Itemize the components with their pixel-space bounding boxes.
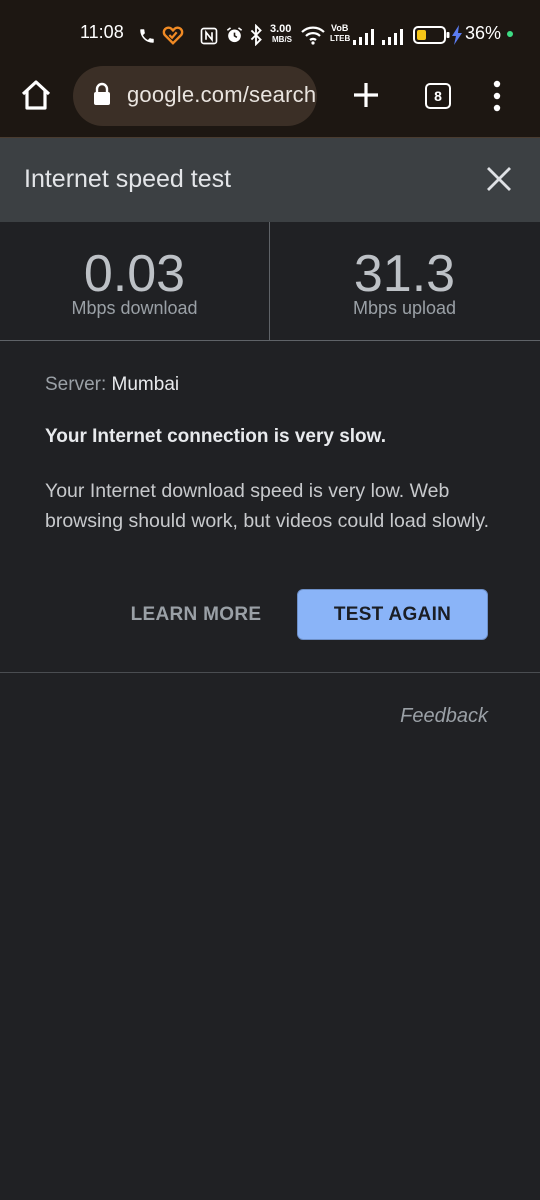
learn-more-button[interactable]: LEARN MORE [118,590,274,640]
url-bar[interactable]: google.com/search [73,66,317,126]
upload-result: 31.3 Mbps upload [270,222,539,341]
net-speed-unit: MB/S [272,35,292,44]
tab-count: 8 [434,88,442,104]
card-title: Internet speed test [24,165,232,193]
wifi-icon [301,26,325,45]
battery-percent: 36% [465,23,502,43]
phone-icon [140,29,154,43]
upload-value: 31.3 [353,245,456,303]
alarm-icon [226,27,243,43]
download-label: Mbps download [71,298,198,318]
nfc-icon [200,27,218,45]
status-bar: 11:08 3.00 MB/S VoB LTEB 36% [0,0,540,66]
signal-icon [382,29,403,45]
speed-results: 0.03 Mbps download 31.3 Mbps upload [0,222,540,341]
plus-icon[interactable] [352,81,380,109]
privacy-dot [507,31,513,37]
test-again-button[interactable]: TEST AGAIN [297,589,488,640]
status-time: 11:08 [80,22,124,42]
url-text: google.com/search [127,82,317,107]
more-vert-icon[interactable] [490,80,504,112]
result-headline: Your Internet connection is very slow. [45,426,387,447]
battery-icon [413,26,450,44]
volte-bottom: LTEB [330,34,351,43]
charging-icon [452,25,462,45]
bluetooth-icon [250,24,262,46]
speed-test-header: Internet speed test [0,138,540,222]
server-value: Mumbai [111,374,180,395]
net-speed-value: 3.00 [270,23,292,35]
home-icon[interactable] [20,78,52,112]
tab-switcher-button[interactable]: 8 [425,83,451,109]
server-label: Server: [45,374,107,395]
result-description: Your Internet download speed is very low… [45,480,490,532]
browser-toolbar: google.com/search 8 [0,66,540,138]
app-heart-icon [162,26,184,45]
server-info: Server: Mumbai [45,374,179,396]
upload-label: Mbps upload [352,298,457,318]
feedback-link[interactable]: Feedback [360,705,488,728]
signal-icon [353,29,374,45]
close-icon[interactable] [482,162,516,196]
section-divider [0,672,540,673]
download-value: 0.03 [83,245,186,303]
volte-top: VoB [331,23,349,33]
lock-icon [94,82,110,105]
download-result: 0.03 Mbps download [0,222,269,341]
